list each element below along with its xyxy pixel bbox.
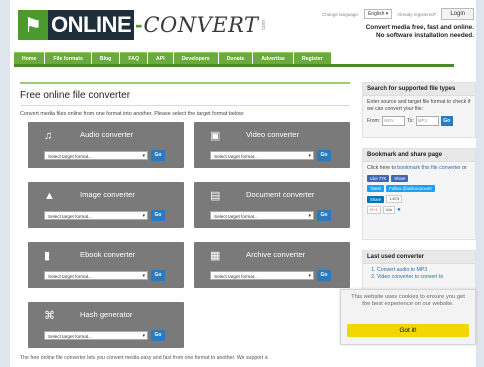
tagline-line-1: Convert media free, fast and online. [365,24,474,31]
image-converter-title: Image converter [80,190,135,199]
google-plus-button[interactable]: G+1 [367,206,381,214]
logo-online-text: ONLINE [48,10,135,40]
ebook-target-select[interactable]: Select target format... [44,271,148,281]
search-go-button[interactable]: Go [440,116,453,126]
document-converter-title: Document converter [246,190,315,199]
title-rule-bottom [20,105,350,106]
hash-go-button[interactable]: Go [151,330,165,341]
audio-icon: ♫ [44,130,53,142]
nav-advertise[interactable]: Advertise [253,52,293,64]
archive-icon: ▦ [210,250,221,262]
recent-box-title: Last used converter [363,251,475,264]
search-box-title: Search for supported file types [363,83,475,96]
site-logo[interactable]: ⚑ ONLINE - CONVERT .com [18,10,267,40]
main-nav: Home File formats Blog FAQ API Developer… [14,52,454,64]
language-value: English [367,11,385,17]
document-icon: ▤ [210,190,221,202]
nav-donate[interactable]: Donate [218,52,253,64]
ebook-converter-card: ▮ Ebook converter Select target format..… [28,242,184,288]
bookmark-box-title: Bookmark and share page [363,149,475,162]
from-input[interactable]: MOV [382,116,406,126]
audio-go-button[interactable]: Go [151,150,165,161]
bookmark-link[interactable]: bookmark this file converter [397,165,460,171]
facebook-share-button[interactable]: Share [391,175,409,182]
ebook-converter-title: Ebook converter [80,250,136,259]
search-box: Search for supported file types Enter so… [362,82,476,138]
video-target-select[interactable]: Select target format... [210,151,314,161]
document-target-select[interactable]: Select target format... [210,211,314,221]
hash-generator-card: ⌘ Hash generator Select target format...… [28,302,184,348]
tweet-button[interactable]: Tweet [367,185,385,192]
google-plus-count: 41k [382,206,396,214]
from-label: From: [367,117,381,124]
cookie-text: This website uses cookies to ensure you … [351,294,465,307]
video-go-button[interactable]: Go [317,150,331,161]
video-converter-card: ▣ Video converter Select target format..… [194,122,350,168]
nav-api[interactable]: API [148,52,173,64]
document-go-button[interactable]: Go [317,210,331,221]
logo-figure-icon: ⚑ [18,10,48,40]
logo-dash: - [135,12,143,37]
login-button[interactable]: Login [441,8,474,20]
share-more-icon[interactable]: ● [397,207,401,214]
nav-divider [14,64,454,67]
already-registered-label: Already registered? [397,11,437,17]
header-top-row: Change language: English ▾ Already regis… [322,8,474,20]
intro-text: Convert media files online from one form… [20,111,245,117]
image-icon: ▲ [44,190,55,202]
tagline: Convert media free, fast and online. No … [366,24,474,40]
change-language-label: Change language: [322,11,359,17]
audio-converter-card: ♫ Audio converter Select target format..… [28,122,184,168]
bookmark-text: Click here to bookmark this file convert… [367,165,467,171]
ebook-go-button[interactable]: Go [151,270,165,281]
audio-converter-title: Audio converter [80,130,134,139]
video-icon: ▣ [210,130,221,142]
footer-intro-text: The free online file converter lets you … [20,355,268,361]
facebook-like-button[interactable]: Like 77K [367,175,390,182]
archive-go-button[interactable]: Go [317,270,331,281]
image-go-button[interactable]: Go [151,210,165,221]
archive-target-select[interactable]: Select target format... [210,271,314,281]
document-converter-card: ▤ Document converter Select target forma… [194,182,350,228]
linkedin-share-button[interactable]: Share [367,195,385,203]
to-label: To: [407,117,414,124]
image-converter-card: ▲ Image converter Select target format..… [28,182,184,228]
image-target-select[interactable]: Select target format... [44,211,148,221]
tagline-line-2: No software installation needed. [375,32,474,39]
archive-converter-title: Archive converter [246,250,306,259]
nav-home[interactable]: Home [14,52,45,64]
cookie-accept-button[interactable]: Got it! [347,324,469,337]
linkedin-count: 1,873 [386,195,403,203]
search-box-text: Enter source and target file format to c… [367,99,471,112]
bookmark-box: Bookmark and share page Click here to bo… [362,148,476,240]
nav-file-formats[interactable]: File formats [45,52,91,64]
nav-register[interactable]: Register [293,52,331,64]
hash-icon: ⌘ [44,310,55,322]
page-title: Free online file converter [20,90,131,101]
archive-converter-card: ▦ Archive converter Select target format… [194,242,350,288]
title-rule-top [20,82,350,84]
cookie-notice: This website uses cookies to ensure you … [340,289,476,345]
logo-convert-text: CONVERT [143,13,259,37]
language-select[interactable]: English ▾ [363,9,393,19]
nav-faq[interactable]: FAQ [120,52,148,64]
hash-generator-title: Hash generator [80,310,133,319]
recent-item[interactable]: Video converter to convert to [377,274,471,281]
nav-blog[interactable]: Blog [91,52,120,64]
nav-developers[interactable]: Developers [173,52,218,64]
hash-target-select[interactable]: Select target format... [44,331,148,341]
video-converter-title: Video converter [246,130,300,139]
twitter-follow-button[interactable]: Follow @onlineconvert [386,185,435,192]
to-input[interactable]: MP3 [415,116,439,126]
ebook-icon: ▮ [44,250,51,262]
logo-com-text: .com [260,19,267,31]
audio-target-select[interactable]: Select target format... [44,151,148,161]
recent-item[interactable]: Convert audio to MP3 [377,267,471,274]
